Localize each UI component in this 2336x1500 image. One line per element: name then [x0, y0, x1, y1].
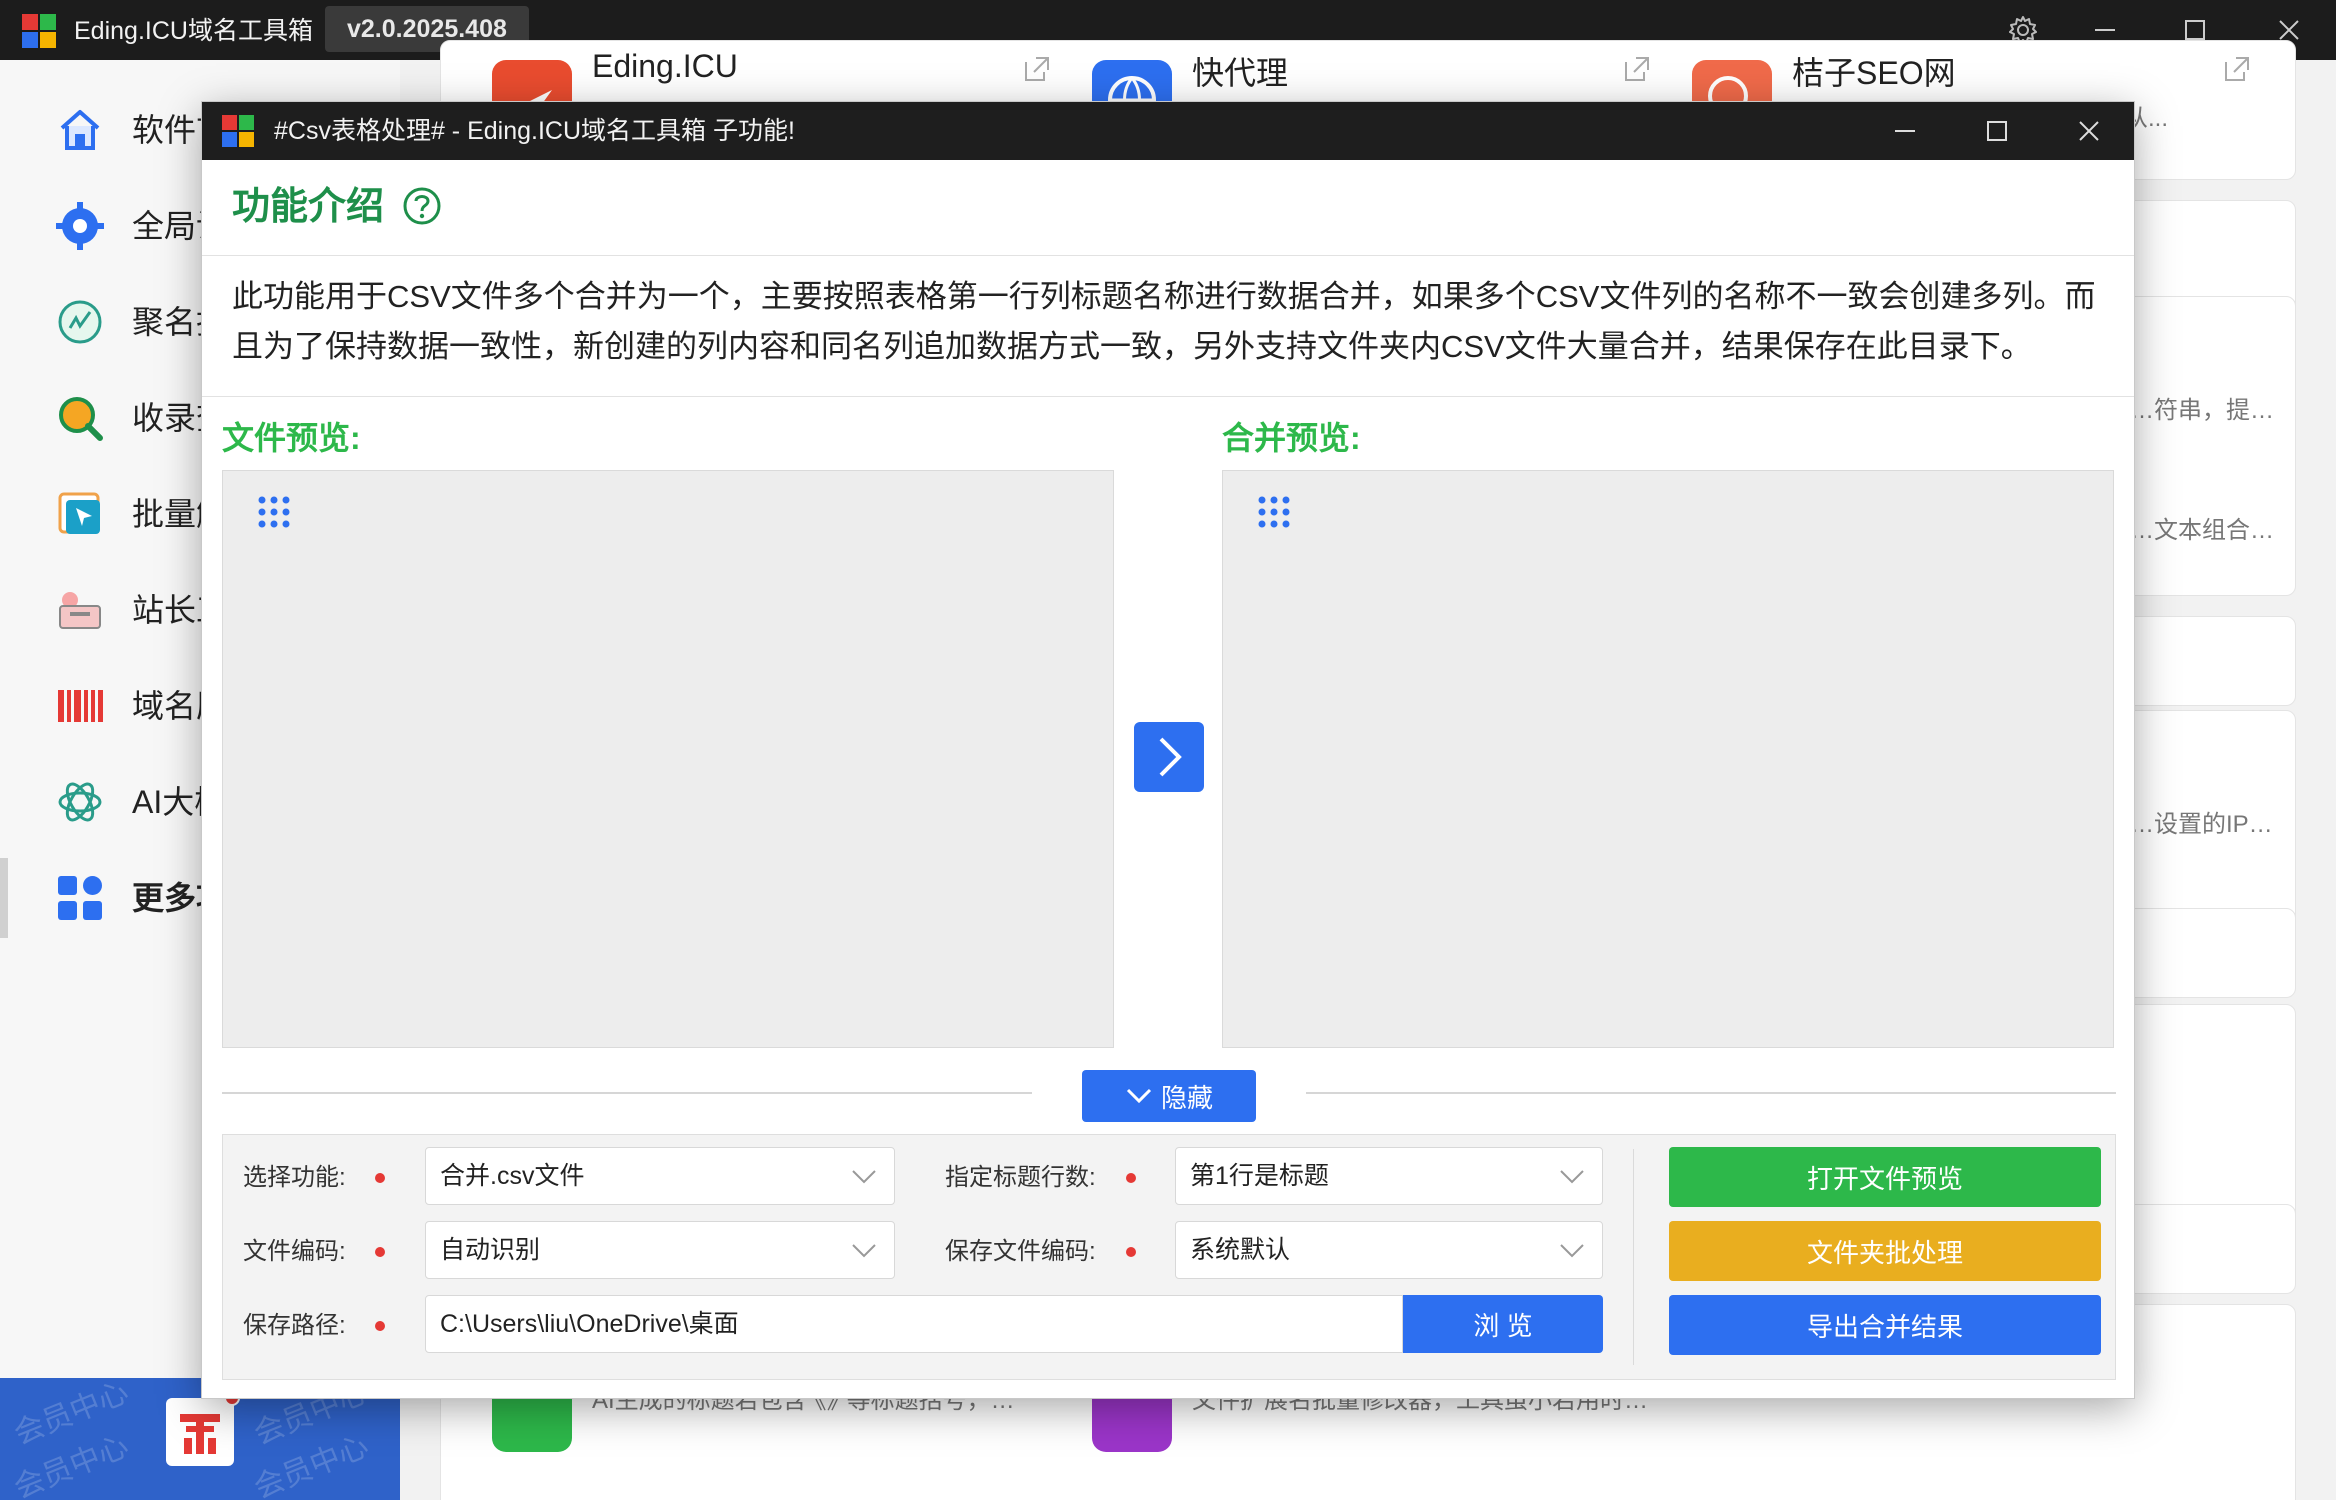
divider	[222, 1092, 1032, 1094]
divider	[202, 396, 2134, 397]
intro-header: 功能介绍	[202, 160, 2134, 256]
chevron-down-icon	[852, 1170, 876, 1184]
chevron-down-icon	[1560, 1244, 1584, 1258]
external-link-icon[interactable]	[1622, 54, 1652, 84]
folder-batch-button[interactable]: 文件夹批处理	[1669, 1221, 2101, 1281]
grid-dots-icon[interactable]	[1257, 495, 1291, 529]
gear-icon	[56, 202, 104, 250]
hide-label: 隐藏	[1160, 1082, 1213, 1113]
merge-arrow-button[interactable]	[1134, 722, 1204, 792]
options-panel: 选择功能: 合并.csv文件 指定标题行数: 第1行是标题 文件编码: 自动识别…	[222, 1134, 2116, 1380]
browse-button[interactable]: 浏 览	[1403, 1295, 1603, 1353]
tool-name: Eding.ICU	[592, 48, 738, 84]
ai-knot-icon	[58, 782, 102, 822]
file-preview-label: 文件预览:	[222, 420, 361, 456]
required-dot	[375, 1321, 385, 1331]
search-icon	[59, 397, 103, 441]
maximize-icon	[2185, 20, 2205, 40]
maximize-icon	[1987, 121, 2007, 141]
minimize-icon	[2095, 29, 2115, 31]
close-icon	[2279, 20, 2299, 40]
chevron-down-icon	[852, 1244, 876, 1258]
tool-name: 快代理	[1192, 55, 1289, 91]
chevron-down-icon	[1560, 1170, 1584, 1184]
tool-desc: …设置的IP…	[2130, 811, 2273, 838]
header-rows-select[interactable]: 第1行是标题	[1175, 1147, 1603, 1205]
csv-tool-dialog: #Csv表格处理# - Eding.ICU域名工具箱 子功能! 功能介绍 此功能…	[202, 102, 2134, 1398]
function-select[interactable]: 合并.csv文件	[425, 1147, 895, 1205]
toolbox-icon	[59, 592, 101, 629]
encoding-value: 自动识别	[440, 1236, 541, 1264]
dialog-titlebar[interactable]: #Csv表格处理# - Eding.ICU域名工具箱 子功能!	[202, 102, 2134, 160]
required-dot	[1126, 1247, 1136, 1257]
merge-preview-grid[interactable]	[1222, 470, 2114, 1048]
save-encoding-select[interactable]: 系统默认	[1175, 1221, 1603, 1279]
member-badge-icon	[180, 1414, 220, 1454]
required-dot	[375, 1173, 385, 1183]
grid-dots-icon[interactable]	[257, 495, 291, 529]
open-preview-button[interactable]: 打开文件预览	[1669, 1147, 2101, 1207]
external-link-icon[interactable]	[1022, 54, 1052, 84]
gauge-icon	[58, 300, 102, 344]
divider	[1306, 1092, 2116, 1094]
hide-toggle-button[interactable]: 隐藏	[1082, 1070, 1256, 1122]
required-dot	[1126, 1173, 1136, 1183]
help-icon[interactable]	[402, 186, 442, 226]
export-merge-button[interactable]: 导出合并结果	[1669, 1295, 2101, 1355]
app-logo-icon	[222, 115, 254, 147]
encoding-select[interactable]: 自动识别	[425, 1221, 895, 1279]
function-label: 选择功能:	[243, 1164, 346, 1191]
dialog-maximize-button[interactable]	[1952, 102, 2042, 160]
tool-name: 桔子SEO网	[1792, 55, 1956, 91]
tool-desc: …文本组合…	[2130, 517, 2274, 544]
header-rows-label: 指定标题行数:	[945, 1164, 1096, 1191]
encoding-label: 文件编码:	[243, 1238, 346, 1265]
dialog-minimize-button[interactable]	[1860, 102, 1950, 160]
cursor-icon	[58, 492, 100, 534]
save-encoding-value: 系统默认	[1190, 1236, 1291, 1264]
dialog-title: #Csv表格处理# - Eding.ICU域名工具箱 子功能!	[274, 117, 795, 145]
intro-title: 功能介绍	[232, 186, 385, 228]
chevron-down-icon	[1126, 1088, 1152, 1104]
barcode-icon	[58, 690, 103, 722]
header-rows-value: 第1行是标题	[1190, 1162, 1329, 1190]
grid-apps-icon	[58, 876, 102, 920]
merge-preview-label: 合并预览:	[1222, 420, 1361, 456]
close-icon	[2079, 121, 2099, 141]
app-logo-icon	[22, 14, 56, 48]
save-path-label: 保存路径:	[243, 1312, 346, 1339]
minimize-icon	[1895, 130, 1915, 132]
required-dot	[375, 1247, 385, 1257]
tool-desc: …符串，提…	[2130, 397, 2274, 424]
external-link-icon[interactable]	[2222, 54, 2252, 84]
chevron-right-icon	[1159, 737, 1182, 777]
file-preview-grid[interactable]	[222, 470, 1114, 1048]
app-title: Eding.ICU域名工具箱	[74, 17, 313, 45]
divider	[1633, 1149, 1634, 1365]
function-value: 合并.csv文件	[440, 1162, 585, 1190]
member-avatar[interactable]	[166, 1398, 234, 1466]
intro-description: 此功能用于CSV文件多个合并为一个，主要按照表格第一行列标题名称进行数据合并，如…	[232, 279, 2096, 364]
save-path-input[interactable]: C:\Users\liu\OneDrive\桌面	[425, 1295, 1403, 1353]
save-encoding-label: 保存文件编码:	[945, 1238, 1096, 1265]
dialog-close-button[interactable]	[2044, 102, 2134, 160]
home-icon	[60, 110, 100, 150]
save-path-value: C:\Users\liu\OneDrive\桌面	[440, 1310, 739, 1338]
